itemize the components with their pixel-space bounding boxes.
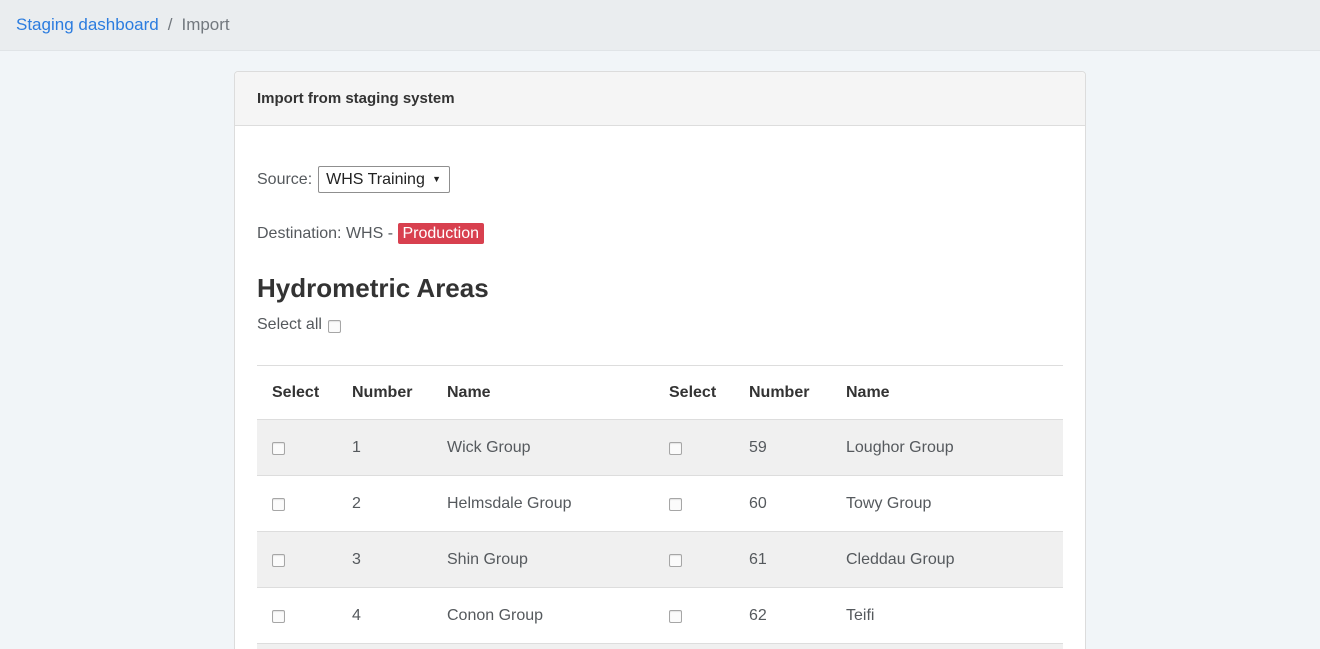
table-header-row: Select Number Name Select Number Name (257, 366, 1063, 420)
table-row: 3 Shin Group 61 Cleddau Group (257, 532, 1063, 588)
source-select-wrap: WHS Training ▼ (318, 166, 450, 193)
import-card: Import from staging system Source: WHS T… (234, 71, 1086, 649)
select-all-checkbox[interactable] (328, 320, 341, 333)
column-header-name: Name (432, 366, 654, 420)
row-select-checkbox[interactable] (272, 554, 285, 567)
row-select-checkbox[interactable] (669, 498, 682, 511)
area-number: 4 (337, 588, 432, 644)
area-number: 2 (337, 476, 432, 532)
column-header-number: Number (337, 366, 432, 420)
area-number: 61 (734, 532, 831, 588)
row-select-checkbox[interactable] (669, 610, 682, 623)
row-select-checkbox[interactable] (272, 610, 285, 623)
area-number: 1 (337, 420, 432, 476)
table-row: 4 Conon Group 62 Teifi (257, 588, 1063, 644)
column-header-number: Number (734, 366, 831, 420)
source-label: Source: (257, 171, 312, 189)
source-row: Source: WHS Training ▼ (257, 166, 1063, 193)
card-header: Import from staging system (235, 72, 1085, 126)
row-select-checkbox[interactable] (272, 498, 285, 511)
destination-row: Destination: WHS - Production (257, 225, 1063, 243)
area-name: Teifi (831, 588, 1063, 644)
select-all-label: Select all (257, 316, 322, 334)
breadcrumb-current-import: Import (181, 15, 229, 35)
column-header-select: Select (257, 366, 337, 420)
area-name: Shin Group (432, 532, 654, 588)
row-select-checkbox[interactable] (272, 442, 285, 455)
page-background: Import from staging system Source: WHS T… (0, 51, 1320, 649)
breadcrumb-separator: / (168, 15, 173, 35)
table-row: 2 Helmsdale Group 60 Towy Group (257, 476, 1063, 532)
area-number: 60 (734, 476, 831, 532)
breadcrumb-bar: Staging dashboard / Import (0, 0, 1320, 51)
area-name: Helmsdale Group (432, 476, 654, 532)
area-number: 62 (734, 588, 831, 644)
area-name: Wick Group (432, 420, 654, 476)
area-number: 59 (734, 420, 831, 476)
area-name: Conon Group (432, 588, 654, 644)
area-name: Towy Group (831, 476, 1063, 532)
table-row: 1 Wick Group 59 Loughor Group (257, 420, 1063, 476)
area-name: Loughor Group (831, 420, 1063, 476)
row-select-checkbox[interactable] (669, 554, 682, 567)
column-header-select: Select (654, 366, 734, 420)
destination-label: Destination: WHS - (257, 225, 393, 242)
row-select-checkbox[interactable] (669, 442, 682, 455)
hydrometric-areas-table: Select Number Name Select Number Name 1 … (257, 365, 1063, 649)
hydrometric-areas-heading: Hydrometric Areas (257, 273, 1063, 304)
source-select[interactable]: WHS Training (326, 171, 432, 188)
column-header-name: Name (831, 366, 1063, 420)
chevron-down-icon: ▼ (432, 175, 441, 184)
select-all-row: Select all (257, 316, 1063, 334)
breadcrumb-link-staging-dashboard[interactable]: Staging dashboard (16, 15, 159, 35)
area-number: 3 (337, 532, 432, 588)
card-title: Import from staging system (257, 90, 455, 107)
destination-badge: Production (398, 223, 485, 244)
card-body: Source: WHS Training ▼ Destination: WHS … (235, 126, 1085, 649)
table-row-partial (257, 644, 1063, 649)
area-name: Cleddau Group (831, 532, 1063, 588)
